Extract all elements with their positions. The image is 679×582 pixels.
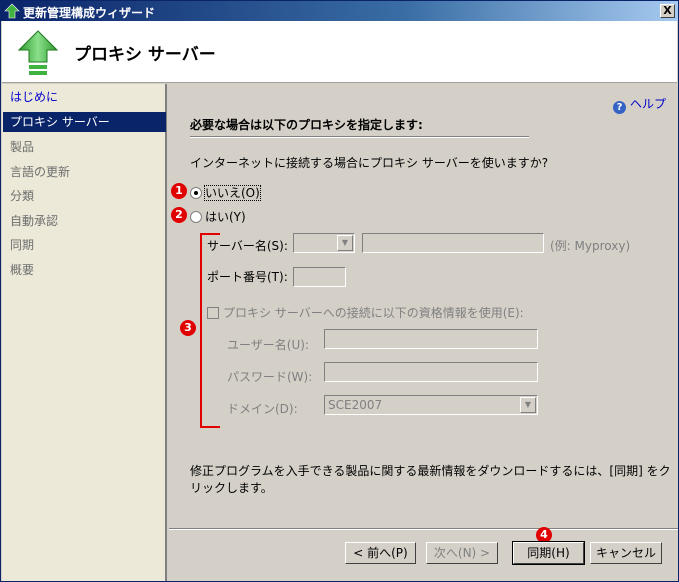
next-button: 次へ(N) > — [426, 542, 498, 564]
title-bar[interactable]: 更新管理構成ウィザード X — [1, 1, 678, 21]
username-input — [324, 329, 538, 349]
back-button[interactable]: < 前へ(P) — [345, 542, 416, 564]
wizard-window: 更新管理構成ウィザード X プロキシ サーバー はじめに プロキシ サーバー 製… — [0, 0, 679, 582]
close-button[interactable]: X — [660, 4, 675, 18]
button-divider — [169, 528, 678, 530]
domain-label: ドメイン(D): — [227, 402, 298, 416]
server-example-text: (例: Myproxy) — [550, 239, 631, 253]
radio-yes-row[interactable]: はい(Y) — [190, 208, 246, 225]
header-banner: プロキシ サーバー — [2, 21, 677, 83]
sidebar-item-products: 製品 — [10, 140, 35, 154]
callout-bracket — [200, 233, 220, 428]
sidebar-item-languages: 言語の更新 — [10, 165, 71, 179]
green-arrow-icon — [4, 3, 20, 19]
callout-marker-1: 1 — [171, 183, 187, 199]
proxy-question: インターネットに接続する場合にプロキシ サーバーを使いますか? — [190, 156, 549, 170]
sidebar-item-intro[interactable]: はじめに — [3, 87, 166, 107]
port-input — [293, 267, 346, 287]
cancel-button[interactable]: キャンセル — [590, 542, 662, 564]
callout-marker-4: 4 — [536, 527, 552, 543]
main-panel: ? ヘルプ 必要な場合は以下のプロキシを指定します: インターネットに接続する場合… — [169, 84, 678, 581]
radio-no[interactable] — [190, 187, 202, 199]
sidebar-item-auto-approve: 自動承認 — [10, 214, 59, 228]
heading-divider — [190, 136, 529, 138]
window-title: 更新管理構成ウィザード — [23, 6, 156, 20]
domain-select: SCE2007 ▼ — [324, 395, 538, 415]
server-name-label: サーバー名(S): — [207, 239, 288, 253]
radio-yes[interactable] — [190, 211, 202, 223]
sidebar-item-sync: 同期 — [10, 238, 35, 252]
password-input — [324, 362, 538, 382]
server-name-input — [362, 233, 544, 253]
radio-yes-label[interactable]: はい(Y) — [205, 210, 246, 224]
radio-no-row[interactable]: いいえ(O) — [190, 184, 261, 201]
wizard-sidebar: はじめに プロキシ サーバー 製品 言語の更新 分類 自動承認 同期 概要 — [2, 84, 167, 581]
username-label: ユーザー名(U): — [227, 338, 309, 352]
sidebar-item-proxy[interactable]: プロキシ サーバー — [3, 112, 166, 132]
port-label: ポート番号(T): — [207, 270, 288, 284]
page-title: プロキシ サーバー — [74, 45, 216, 65]
help-label: ヘルプ — [630, 97, 667, 111]
callout-marker-2: 2 — [171, 207, 187, 223]
help-link[interactable]: ? ヘルプ — [613, 95, 666, 114]
chevron-down-icon: ▼ — [520, 397, 536, 413]
password-label: パスワード(W): — [227, 370, 313, 384]
update-arrow-icon — [18, 30, 58, 75]
chevron-down-icon: ▼ — [337, 235, 353, 251]
sidebar-item-summary: 概要 — [10, 263, 35, 277]
sync-button[interactable]: 同期(H) — [512, 541, 585, 565]
credentials-checkbox-row: プロキシ サーバーへの接続に以下の資格情報を使用(E): — [207, 304, 524, 321]
sidebar-item-classifications: 分類 — [10, 189, 35, 203]
sync-instruction: 修正プログラムを入手できる製品に関する最新情報をダウンロードするには、[同期] … — [190, 464, 671, 495]
credentials-checkbox — [207, 307, 219, 319]
domain-value: SCE2007 — [328, 398, 383, 412]
section-heading: 必要な場合は以下のプロキシを指定します: — [190, 118, 423, 132]
server-protocol-combo: ▼ — [293, 233, 355, 253]
help-icon: ? — [613, 101, 626, 114]
radio-no-label[interactable]: いいえ(O) — [204, 185, 261, 201]
callout-marker-3: 3 — [180, 320, 196, 336]
credentials-checkbox-label: プロキシ サーバーへの接続に以下の資格情報を使用(E): — [223, 306, 524, 320]
